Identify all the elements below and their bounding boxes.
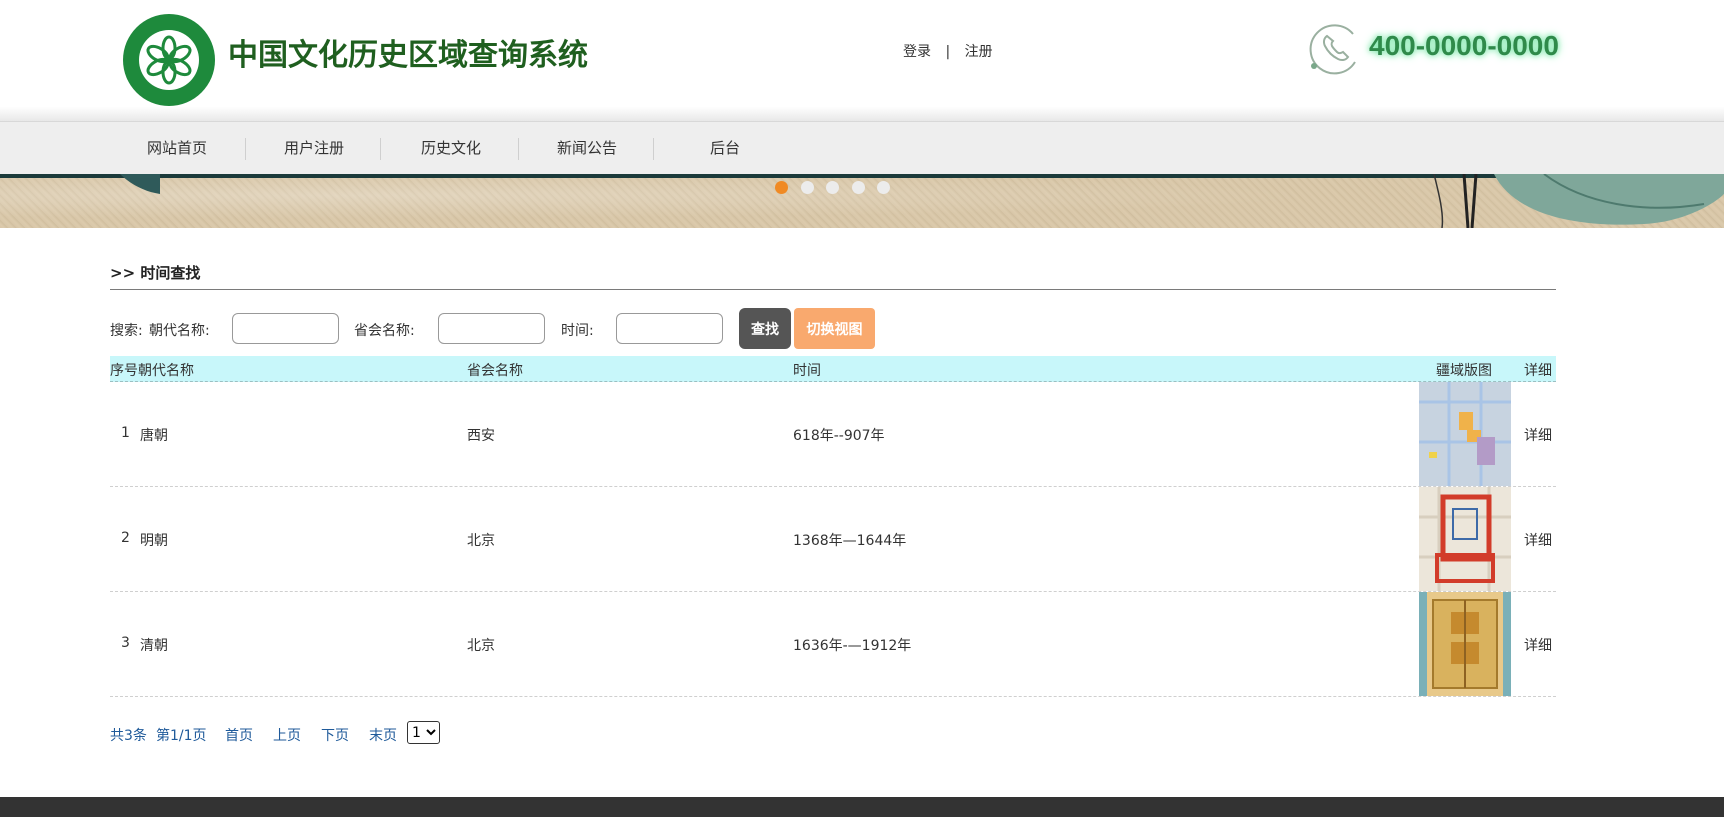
nav-item-home[interactable]: 网站首页 xyxy=(140,122,214,175)
time-input[interactable] xyxy=(616,313,723,344)
page-select[interactable]: 1 xyxy=(407,721,440,744)
row-index: 1 xyxy=(121,425,130,441)
slider-dot[interactable] xyxy=(877,181,890,194)
register-link[interactable]: 注册 xyxy=(965,44,993,60)
pager-page-info: 第1/1页 xyxy=(156,728,207,744)
nav-divider xyxy=(245,138,246,160)
row-index: 2 xyxy=(121,530,130,546)
pager-prev-link[interactable]: 上页 xyxy=(273,725,301,745)
detail-link[interactable]: 详细 xyxy=(1524,530,1552,550)
section-title: >> 时间查找 xyxy=(110,262,1556,290)
row-time: 1636年-—1912年 xyxy=(793,638,912,654)
province-label: 省会名称: xyxy=(354,323,415,339)
detail-link[interactable]: 详细 xyxy=(1524,635,1552,655)
switch-view-button[interactable]: 切换视图 xyxy=(794,308,875,349)
nav-item-admin[interactable]: 后台 xyxy=(700,122,750,175)
dynasty-input[interactable] xyxy=(232,313,339,344)
nav-divider xyxy=(653,138,654,160)
row-province: 西安 xyxy=(467,428,495,444)
territory-map-thumbnail[interactable] xyxy=(1419,592,1511,696)
find-button[interactable]: 查找 xyxy=(739,308,791,349)
nav-item-news[interactable]: 新闻公告 xyxy=(550,122,624,175)
header-index: 序号 xyxy=(110,363,138,379)
auth-separator: | xyxy=(945,44,951,60)
pager-last-link[interactable]: 末页 xyxy=(369,725,397,745)
login-link[interactable]: 登录 xyxy=(903,44,931,60)
main-nav: 网站首页 用户注册 历史文化 新闻公告 后台 xyxy=(0,121,1724,174)
table-row: 2 明朝 北京 1368年—1644年 详细 xyxy=(110,487,1556,592)
header-dynasty: 朝代名称 xyxy=(138,363,194,379)
pager-first-link[interactable]: 首页 xyxy=(225,725,253,745)
nav-divider xyxy=(380,138,381,160)
row-index: 3 xyxy=(121,635,130,651)
search-bar: 搜索: 朝代名称: 省会名称: 时间: 查找 切换视图 xyxy=(110,306,1556,350)
slider-dot[interactable] xyxy=(801,181,814,194)
dynasty-label: 朝代名称: xyxy=(149,323,210,339)
pager-total: 共3条 xyxy=(110,728,147,744)
results-table: 序号 朝代名称 省会名称 时间 疆域版图 详细 1 唐朝 西安 618年--90… xyxy=(110,356,1556,697)
banner-slider xyxy=(0,174,1724,228)
phone-icon xyxy=(1309,24,1356,75)
banner-leaf-left xyxy=(120,174,160,194)
table-row: 1 唐朝 西安 618年--907年 详细 xyxy=(110,382,1556,487)
site-header: 中国文化历史区域查询系统 登录 | 注册 400-0000-0000 xyxy=(0,0,1724,121)
nav-item-history[interactable]: 历史文化 xyxy=(414,122,488,175)
detail-link[interactable]: 详细 xyxy=(1524,425,1552,445)
header-province: 省会名称 xyxy=(467,363,523,379)
banner-lotus-leaf xyxy=(1433,174,1724,228)
slider-dot[interactable] xyxy=(775,181,788,194)
row-dynasty: 明朝 xyxy=(140,533,168,549)
header-map: 疆域版图 xyxy=(1436,363,1492,379)
nav-divider xyxy=(518,138,519,160)
row-dynasty: 唐朝 xyxy=(140,428,168,444)
header-time: 时间 xyxy=(793,363,821,379)
site-footer xyxy=(0,797,1724,817)
territory-map-thumbnail[interactable] xyxy=(1419,487,1511,591)
time-label: 时间: xyxy=(561,323,594,339)
phone-number: 400-0000-0000 xyxy=(1369,30,1559,61)
auth-links: 登录 | 注册 xyxy=(903,41,993,61)
row-time: 1368年—1644年 xyxy=(793,533,907,549)
table-row: 3 清朝 北京 1636年-—1912年 详细 xyxy=(110,592,1556,697)
site-logo[interactable] xyxy=(118,12,220,108)
slider-dot[interactable] xyxy=(826,181,839,194)
table-header-row: 序号 朝代名称 省会名称 时间 疆域版图 详细 xyxy=(110,356,1556,382)
slider-dot[interactable] xyxy=(852,181,865,194)
pager-next-link[interactable]: 下页 xyxy=(321,725,349,745)
row-province: 北京 xyxy=(467,533,495,549)
row-time: 618年--907年 xyxy=(793,428,885,444)
row-province: 北京 xyxy=(467,638,495,654)
nav-item-register[interactable]: 用户注册 xyxy=(277,122,351,175)
header-detail: 详细 xyxy=(1524,363,1552,379)
site-title: 中国文化历史区域查询系统 xyxy=(228,38,588,73)
search-prefix-label: 搜索: xyxy=(110,323,143,339)
row-dynasty: 清朝 xyxy=(140,638,168,654)
province-input[interactable] xyxy=(438,313,545,344)
territory-map-thumbnail[interactable] xyxy=(1419,382,1511,486)
